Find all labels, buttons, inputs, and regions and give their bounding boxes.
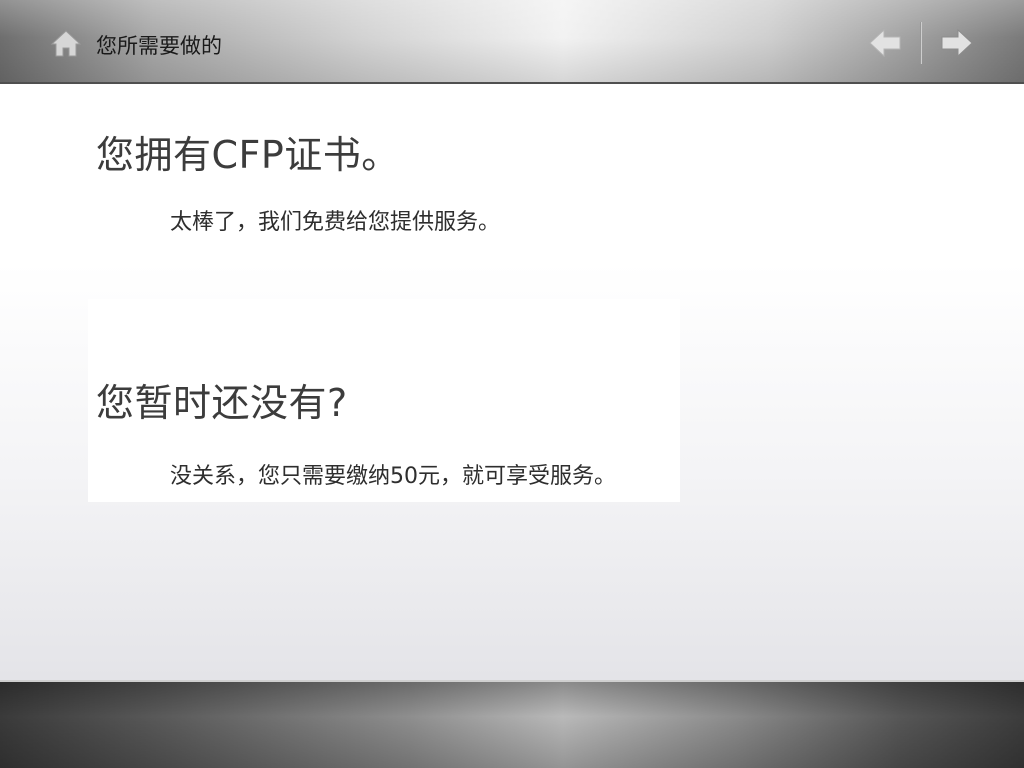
no-cfp-text: 没关系，您只需要缴纳50元，就可享受服务。 [170, 464, 616, 489]
page-title: 您所需要做的 [96, 34, 222, 58]
home-button[interactable] [50, 27, 82, 59]
content-area: 您拥有CFP证书。 太棒了，我们免费给您提供服务。 您暂时还没有? 没关系，您只… [0, 84, 1024, 680]
top-toolbar: 您所需要做的 [0, 0, 1024, 84]
cfp-holder-text: 太棒了，我们免费给您提供服务。 [170, 210, 501, 235]
cfp-holder-heading: 您拥有CFP证书。 [96, 133, 400, 177]
arrow-left-icon [869, 28, 901, 58]
arrow-right-icon [941, 28, 973, 58]
forward-button[interactable] [940, 27, 974, 59]
back-button[interactable] [868, 27, 902, 59]
nav-divider [920, 22, 922, 64]
bottom-toolbar [0, 680, 1024, 768]
home-icon [50, 30, 82, 57]
no-cfp-heading: 您暂时还没有? [96, 381, 348, 425]
